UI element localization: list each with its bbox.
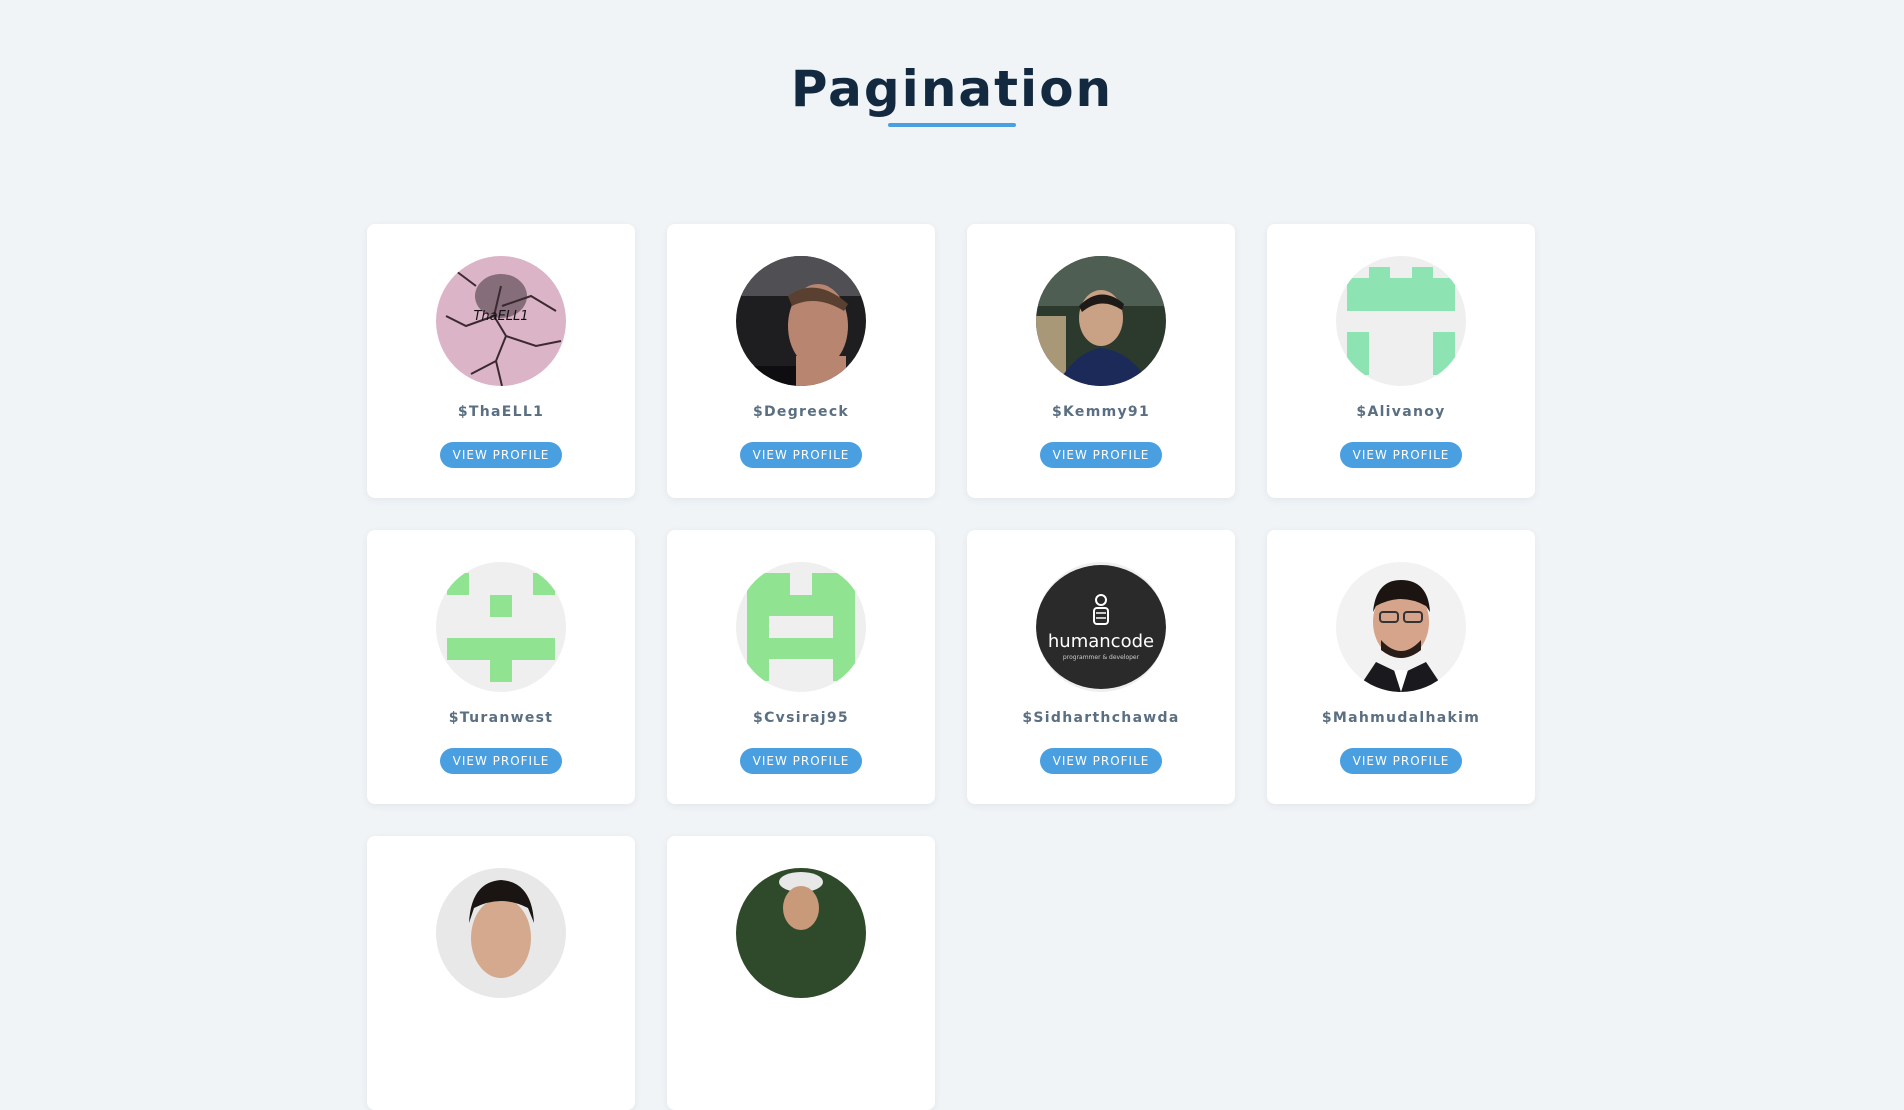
view-profile-button[interactable]: VIEW PROFILE [1340,748,1462,774]
avatar-subtext: programmer & developer [1063,654,1140,661]
username: $Alivanoy [1356,404,1446,420]
username: $Turanwest [448,710,554,726]
user-card: $Mahmudalhakim VIEW PROFILE [1267,530,1535,804]
view-profile-button[interactable]: VIEW PROFILE [740,442,862,468]
avatar [436,868,566,998]
user-card: $Turanwest VIEW PROFILE [367,530,635,804]
avatar [1336,562,1466,692]
avatar [736,562,866,692]
page-title: Pagination [790,60,1114,118]
user-card [367,836,635,1110]
view-profile-button[interactable]: VIEW PROFILE [1040,442,1162,468]
avatar [736,868,866,998]
avatar: ThaELL1 [436,256,566,386]
view-profile-button[interactable]: VIEW PROFILE [440,442,562,468]
user-card: $Alivanoy VIEW PROFILE [1267,224,1535,498]
view-profile-button[interactable]: VIEW PROFILE [740,748,862,774]
avatar [1036,256,1166,386]
username: $Sidharthchawda [1022,710,1180,726]
avatar [736,256,866,386]
title-underline [888,123,1016,127]
avatar [436,562,566,692]
view-profile-button[interactable]: VIEW PROFILE [440,748,562,774]
username: $Degreeck [752,404,850,420]
user-card: $Degreeck VIEW PROFILE [667,224,935,498]
avatar: humancode programmer & developer [1036,562,1166,692]
username: $Mahmudalhakim [1321,710,1481,726]
avatar-text: ThaELL1 [473,309,528,324]
user-card [667,836,935,1110]
user-card: humancode programmer & developer $Sidhar… [967,530,1235,804]
username: $ThaELL1 [457,404,545,420]
user-card: $Kemmy91 VIEW PROFILE [967,224,1235,498]
avatar-text: humancode [1048,631,1154,652]
user-card: $Cvsiraj95 VIEW PROFILE [667,530,935,804]
avatar [1336,256,1466,386]
view-profile-button[interactable]: VIEW PROFILE [1040,748,1162,774]
user-grid: ThaELL1 $ThaELL1 VIEW PROFILE $Degreeck … [367,224,1537,1110]
view-profile-button[interactable]: VIEW PROFILE [1340,442,1462,468]
username: $Cvsiraj95 [753,710,849,726]
username: $Kemmy91 [1051,404,1151,420]
user-card: ThaELL1 $ThaELL1 VIEW PROFILE [367,224,635,498]
